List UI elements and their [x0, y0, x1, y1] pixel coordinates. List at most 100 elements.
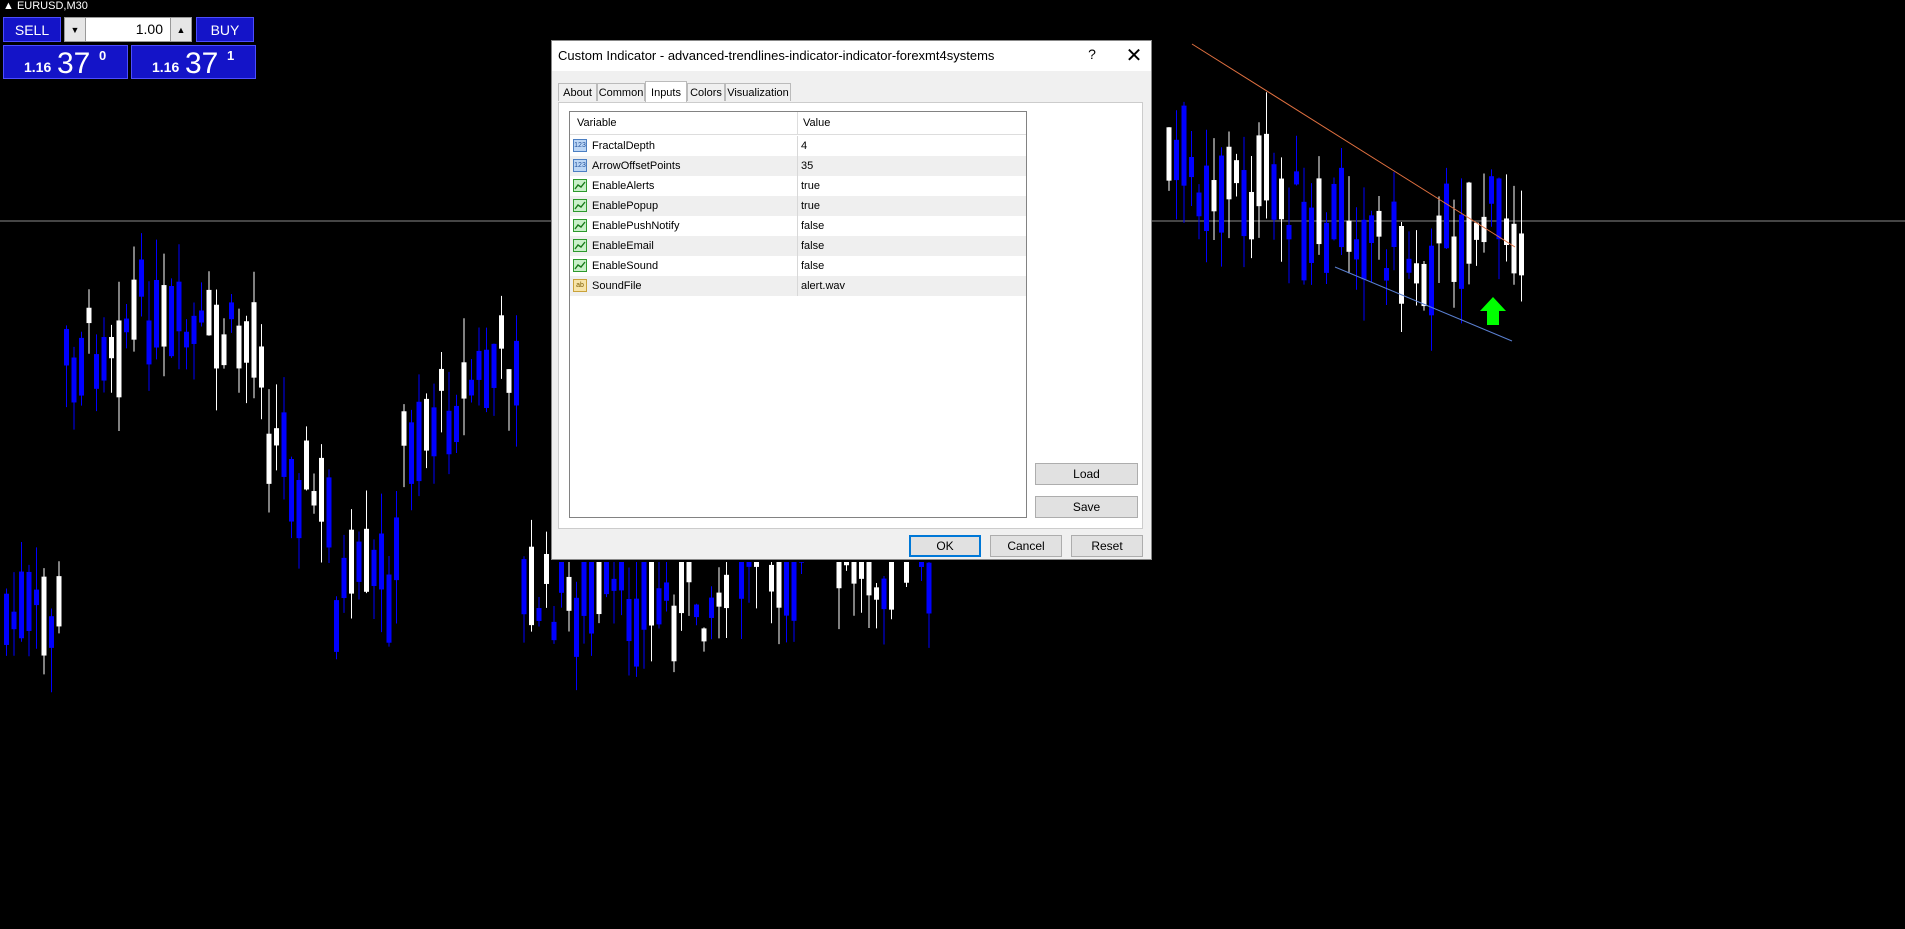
tab-inputs[interactable]: Inputs	[645, 81, 687, 103]
candle-body	[679, 562, 684, 614]
candle-body	[1309, 207, 1314, 263]
candle-body	[1429, 245, 1434, 316]
dialog-title-bar[interactable]: Custom Indicator - advanced-trendlines-i…	[552, 41, 1151, 71]
candle-body	[206, 289, 212, 336]
variable-value[interactable]: true	[801, 180, 820, 192]
cancel-button[interactable]: Cancel	[990, 535, 1062, 557]
buy-price-prefix: 1.16	[152, 59, 180, 75]
table-row[interactable]: 123 ArrowOffsetPoints 35	[570, 156, 1026, 176]
variable-value[interactable]: false	[801, 220, 824, 232]
tab-about[interactable]: About	[558, 83, 597, 101]
load-button[interactable]: Load	[1035, 463, 1138, 485]
candle-body	[191, 315, 197, 344]
candle-body	[311, 491, 317, 506]
sell-price-point: 0	[99, 48, 107, 63]
candle-body	[214, 304, 219, 369]
variable-value[interactable]: false	[801, 240, 824, 252]
candle-body	[671, 605, 677, 662]
lot-size-value[interactable]: 1.00	[136, 21, 163, 37]
variable-name: FractalDepth	[592, 140, 655, 152]
candle-body	[769, 564, 774, 592]
one-click-trading-panel: SELL ▼ 1.00 ▲ BUY 1.16 37 0 1.16 37 1	[3, 17, 256, 80]
candle-body	[1466, 182, 1472, 264]
candle-body	[589, 562, 594, 634]
candle-body	[551, 621, 557, 641]
candle-body	[1414, 263, 1419, 284]
candle-body	[259, 346, 264, 388]
variable-name: ArrowOffsetPoints	[592, 160, 681, 172]
candle-body	[401, 411, 407, 446]
candle-body	[34, 589, 39, 606]
variable-value[interactable]: 35	[801, 160, 813, 172]
candle-body	[1279, 178, 1284, 220]
candle-body	[926, 562, 932, 614]
candle-body	[454, 405, 459, 443]
candle-body	[904, 562, 909, 583]
collapse-triangle-icon[interactable]: ▲	[3, 0, 14, 12]
lot-size-stepper[interactable]: ▼ 1.00 ▲	[64, 17, 192, 42]
candle-body	[709, 597, 714, 618]
candle-body	[109, 336, 114, 359]
lot-decrease-icon[interactable]: ▼	[65, 18, 86, 41]
tab-visualization[interactable]: Visualization	[725, 83, 791, 101]
candle-body	[566, 576, 572, 611]
table-row[interactable]: 123 FractalDepth 4	[570, 136, 1026, 156]
column-header-variable[interactable]: Variable	[577, 117, 617, 129]
candle-body	[1234, 160, 1239, 184]
candle-body	[919, 562, 924, 567]
variable-value[interactable]: alert.wav	[801, 280, 845, 292]
candle-body	[41, 576, 47, 656]
inputs-grid[interactable]: Variable Value 123 FractalDepth 4 123 Ar…	[569, 111, 1027, 518]
close-icon[interactable]: ✕	[1122, 43, 1146, 68]
candle-body	[1166, 127, 1172, 181]
column-header-value[interactable]: Value	[803, 117, 830, 129]
inputs-tab-panel: Variable Value 123 FractalDepth 4 123 Ar…	[558, 102, 1143, 529]
tab-colors[interactable]: Colors	[687, 83, 725, 101]
help-icon[interactable]: ?	[1082, 46, 1102, 62]
table-row[interactable]: EnablePushNotify false	[570, 216, 1026, 236]
candle-body	[739, 562, 744, 599]
candle-body	[1256, 135, 1262, 207]
candle-body	[581, 562, 587, 616]
tab-common[interactable]: Common	[597, 83, 645, 101]
candle-body	[11, 611, 17, 630]
table-row[interactable]: EnableSound false	[570, 256, 1026, 276]
reset-button[interactable]: Reset	[1071, 535, 1143, 557]
candle-body	[4, 593, 9, 645]
candle-body	[1331, 183, 1337, 240]
candle-body	[716, 592, 722, 607]
buy-price-point: 1	[227, 48, 235, 63]
candle-body	[626, 599, 632, 642]
candle-body	[1301, 201, 1307, 281]
variable-value[interactable]: true	[801, 200, 820, 212]
lot-increase-icon[interactable]: ▲	[170, 18, 191, 41]
candle-body	[1489, 176, 1494, 204]
candle-body	[1369, 215, 1374, 243]
sell-button[interactable]: SELL	[3, 17, 61, 42]
candle-body	[836, 562, 842, 589]
candle-body	[251, 302, 257, 378]
table-row[interactable]: EnableEmail false	[570, 236, 1026, 256]
buy-price[interactable]: 1.16 37 1	[131, 45, 256, 80]
table-row[interactable]: EnablePopup true	[570, 196, 1026, 216]
boolean-type-icon	[573, 179, 587, 192]
variable-value[interactable]: false	[801, 260, 824, 272]
table-row[interactable]: ab SoundFile alert.wav	[570, 276, 1026, 296]
candle-body	[1474, 222, 1479, 240]
boolean-type-icon	[573, 219, 587, 232]
ok-button[interactable]: OK	[909, 535, 981, 557]
symbol-text: EURUSD,M30	[16, 0, 88, 12]
variable-value[interactable]: 4	[801, 140, 807, 152]
candle-body	[1324, 222, 1329, 273]
candle-body	[199, 310, 204, 323]
table-row[interactable]: EnableAlerts true	[570, 176, 1026, 196]
candle-body	[424, 398, 429, 451]
candle-body	[476, 350, 482, 380]
candle-body	[544, 553, 549, 584]
buy-button[interactable]: BUY	[196, 17, 254, 42]
save-button[interactable]: Save	[1035, 496, 1138, 518]
candle-body	[1286, 224, 1292, 240]
candle-body	[326, 477, 332, 548]
sell-price[interactable]: 1.16 37 0	[3, 45, 128, 80]
candle-body	[349, 529, 354, 594]
